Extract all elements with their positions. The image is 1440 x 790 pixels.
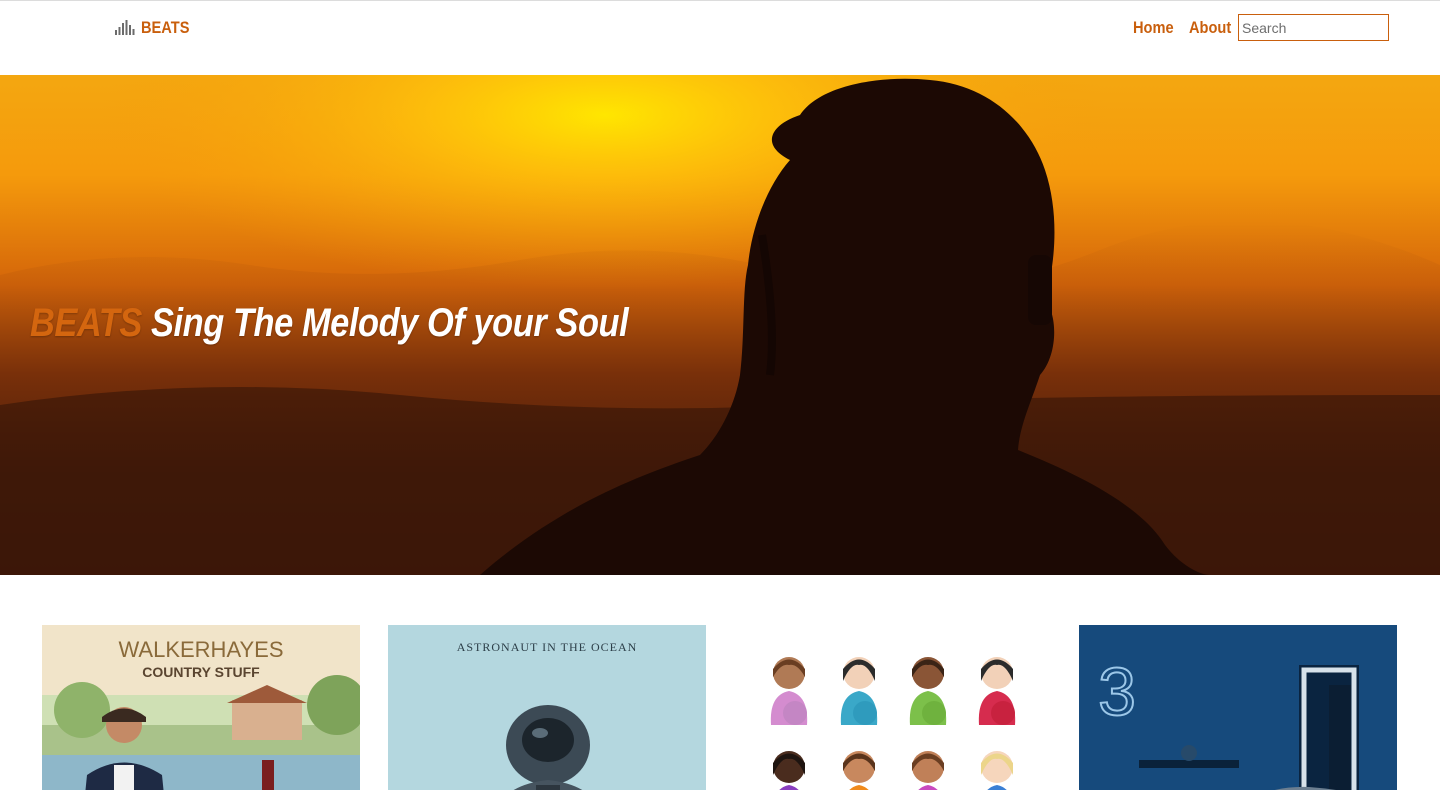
album-cover-image bbox=[733, 625, 1051, 790]
album-cover-image: WALKERHAYES COUNTRY STUFF bbox=[42, 625, 360, 790]
hero-title: BEATS Sing The Melody Of your Soul bbox=[30, 301, 629, 346]
search-input[interactable] bbox=[1238, 14, 1389, 41]
hero-title-accent: BEATS bbox=[30, 301, 142, 345]
album-cover-subtitle: COUNTRY STUFF bbox=[142, 664, 260, 680]
album-cover-title: 3 bbox=[1098, 654, 1136, 730]
album-card-three[interactable]: 3 bbox=[1079, 625, 1397, 790]
hero-title-text: Sing The Melody Of your Soul bbox=[141, 301, 629, 345]
nav-home-link[interactable]: Home bbox=[1133, 18, 1181, 38]
sound-bars-icon bbox=[115, 20, 135, 35]
album-card-astronaut[interactable]: ASTRONAUT IN THE OCEAN bbox=[388, 625, 706, 790]
album-card-emoji[interactable] bbox=[733, 625, 1051, 790]
hero-banner: BEATS Sing The Melody Of your Soul bbox=[0, 75, 1440, 575]
nav-links: Home About bbox=[1133, 17, 1239, 39]
navbar: BEATS Home About bbox=[0, 1, 1440, 75]
brand-link[interactable]: BEATS bbox=[114, 17, 197, 39]
album-cover-image: 3 bbox=[1079, 625, 1397, 790]
album-cover-title: ASTRONAUT IN THE OCEAN bbox=[457, 640, 638, 654]
brand-name: BEATS bbox=[141, 18, 190, 37]
album-cards: WALKERHAYES COUNTRY STUFF ASTRONAUT IN T… bbox=[0, 625, 1440, 790]
album-cover-title: WALKERHAYES bbox=[118, 637, 283, 662]
album-card-walker-hayes[interactable]: WALKERHAYES COUNTRY STUFF bbox=[42, 625, 360, 790]
album-cover-image: ASTRONAUT IN THE OCEAN bbox=[388, 625, 706, 790]
nav-about-link[interactable]: About bbox=[1189, 18, 1232, 38]
